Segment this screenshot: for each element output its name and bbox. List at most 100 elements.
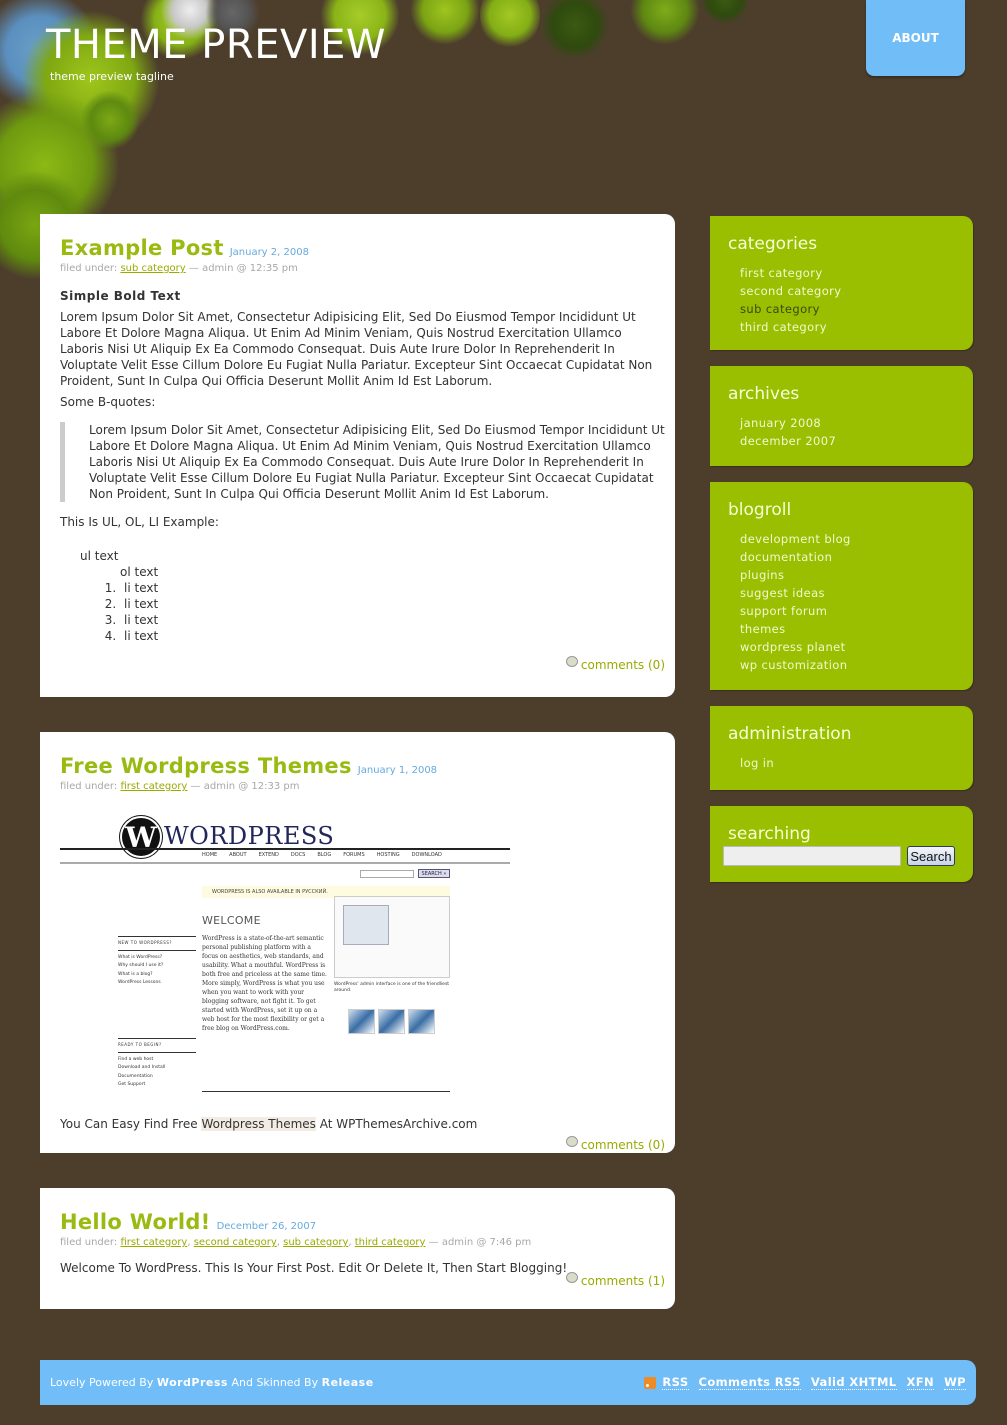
sidebar-item-first-category[interactable]: first category [740, 264, 955, 282]
list-item: li text [120, 612, 665, 628]
footer-links: RSS Comments RSS Valid XHTML XFN WP [644, 1375, 966, 1390]
post-free-wordpress-themes: Free Wordpress Themes January 1, 2008 fi… [40, 732, 675, 1153]
post-title[interactable]: Hello World! [60, 1210, 211, 1234]
xfn-link[interactable]: XFN [906, 1375, 935, 1390]
image-side-item: Download and Install [118, 1065, 166, 1070]
image-nav-item: HOME [202, 852, 218, 858]
image-intro: WordPress is a state-of-the-art semantic… [202, 935, 327, 1032]
bquote-label: Some B-quotes: [60, 395, 156, 409]
post-content: You Can Easy Find Free Wordpress Themes … [60, 1116, 665, 1132]
category-link[interactable]: second category [194, 1237, 277, 1248]
sidebar-item-january-2008[interactable]: january 2008 [740, 414, 955, 432]
footer-text: Lovely Powered By [50, 1376, 157, 1389]
post-example-post: Example Post January 2, 2008 filed under… [40, 214, 675, 697]
image-nav-item: ABOUT [229, 852, 247, 858]
image-nav-item: HOSTING [376, 852, 400, 858]
widget-title: administration [728, 724, 852, 744]
footer-text: And Skinned By [227, 1376, 322, 1389]
widget-title: blogroll [728, 500, 792, 520]
blogroll-link[interactable]: wordpress planet [740, 638, 955, 656]
blogroll-link[interactable]: documentation [740, 548, 955, 566]
post-date: January 2, 2008 [229, 247, 309, 258]
ordered-list: li text li text li text li text [60, 580, 665, 644]
comments-link[interactable]: comments (0) [581, 1138, 665, 1152]
category-link[interactable]: sub category [283, 1237, 348, 1248]
wp-link[interactable]: WP [944, 1375, 966, 1390]
blogroll-link[interactable]: plugins [740, 566, 955, 584]
image-theme-preview [343, 905, 389, 945]
filed-under-label: filed under: [60, 1237, 118, 1248]
category-link[interactable]: first category [120, 781, 187, 792]
wordpress-logo-text: WORDPRESS [164, 822, 335, 850]
wordpress-themes-link[interactable]: Wordpress Themes [201, 1117, 316, 1131]
search-button[interactable]: Search [907, 846, 955, 866]
widget-title: searching [728, 824, 811, 844]
image-side-item: Why should I use it? [118, 963, 164, 968]
image-side-item: Find a web host [118, 1056, 154, 1062]
author-time: — admin @ 7:46 pm [428, 1237, 532, 1248]
sidebar-item-second-category[interactable]: second category [740, 282, 955, 300]
image-theme-caption: WordPress' admin interface is one of the… [334, 982, 450, 993]
site-title[interactable]: THEME PREVIEW [46, 22, 386, 68]
filed-under-label: filed under: [60, 263, 118, 274]
wordpress-link[interactable]: WordPress [157, 1376, 228, 1389]
ol-text: ol text [120, 565, 159, 579]
wordpress-screenshot-image: W WORDPRESS HOME ABOUT EXTEND DOCS BLOG … [60, 814, 510, 1104]
widget-blogroll: blogroll development blog documentation … [710, 482, 973, 690]
sidebar-item-december-2007[interactable]: december 2007 [740, 432, 955, 450]
blogroll-link[interactable]: wp customization [740, 656, 955, 674]
image-search-box [360, 870, 414, 878]
log-in-link[interactable]: log in [740, 754, 955, 772]
image-side-item: Get Support [118, 1082, 146, 1087]
widget-archives: archives january 2008 december 2007 [710, 366, 973, 466]
comments-rss-link[interactable]: Comments RSS [698, 1375, 801, 1390]
footer-credits: Lovely Powered By WordPress And Skinned … [50, 1376, 374, 1389]
category-link[interactable]: sub category [120, 263, 185, 274]
post-meta: filed under: first category — admin @ 12… [60, 781, 665, 792]
blogroll-link[interactable]: support forum [740, 602, 955, 620]
post-meta: filed under: first category, second cate… [60, 1237, 532, 1248]
post-date: December 26, 2007 [216, 1221, 317, 1232]
image-nav-item: FORUMS [343, 852, 365, 858]
comment-bubble-icon [565, 1271, 578, 1283]
comments-link[interactable]: comments (0) [581, 658, 665, 672]
post-text: At WPThemesArchive.com [315, 1117, 478, 1131]
post-title[interactable]: Free Wordpress Themes [60, 754, 352, 778]
footer: Lovely Powered By WordPress And Skinned … [40, 1360, 976, 1405]
image-side-item: What is a blog? [118, 971, 153, 977]
site-tagline: theme preview tagline [50, 70, 174, 83]
valid-xhtml-link[interactable]: Valid XHTML [810, 1375, 897, 1390]
post-content: Simple Bold Text Lorem Ipsum Dolor Sit A… [60, 288, 665, 644]
image-side-title: READY TO BEGIN? [118, 1038, 196, 1053]
rss-icon [644, 1376, 657, 1389]
category-link[interactable]: third category [355, 1237, 426, 1248]
list-item: li text [120, 628, 665, 644]
list-label: This Is UL, OL, LI Example: [60, 515, 219, 529]
post-title[interactable]: Example Post [60, 236, 224, 260]
sidebar-item-third-category[interactable]: third category [740, 318, 955, 336]
ul-text: ul text [80, 549, 119, 563]
release-link[interactable]: Release [322, 1376, 374, 1389]
image-side-new: NEW TO WORDPRESS? What is WordPress? Why… [118, 936, 196, 988]
image-thumbnails [348, 1009, 435, 1034]
image-thumbnail [348, 1009, 375, 1034]
blogroll-link[interactable]: suggest ideas [740, 584, 955, 602]
blogroll-link[interactable]: themes [740, 620, 955, 638]
divider [60, 848, 510, 850]
list-item: li text [120, 580, 665, 596]
nav-tab-about[interactable]: ABOUT [866, 0, 965, 76]
rss-link[interactable]: RSS [662, 1375, 689, 1390]
image-nav-item: BLOG [317, 852, 332, 858]
sidebar-item-sub-category[interactable]: sub category [740, 300, 955, 318]
post-text: You Can Easy Find Free [60, 1117, 202, 1131]
image-nav-item: DOWNLOAD [411, 852, 442, 858]
bold-heading: Simple Bold Text [60, 289, 181, 303]
image-side-title: NEW TO WORDPRESS? [118, 936, 196, 951]
search-input[interactable] [723, 846, 901, 866]
filed-under-label: filed under: [60, 781, 118, 792]
author-time: — admin @ 12:33 pm [190, 781, 300, 792]
widget-categories: categories first category second categor… [710, 216, 973, 350]
blogroll-link[interactable]: development blog [740, 530, 955, 548]
category-link[interactable]: first category [120, 1237, 187, 1248]
comments-link[interactable]: comments (1) [581, 1274, 665, 1288]
